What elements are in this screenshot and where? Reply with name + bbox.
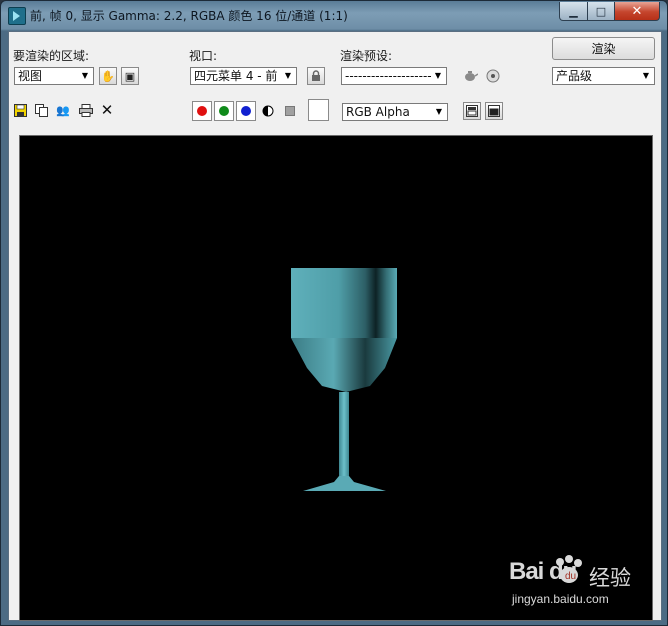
blue-channel-toggle[interactable] <box>236 101 256 121</box>
lock-viewport-button[interactable] <box>307 67 325 85</box>
app-3dsmax-icon <box>8 7 26 25</box>
clear-image-button[interactable]: ✕ <box>99 101 115 119</box>
render-button[interactable]: 渲染 <box>552 37 655 60</box>
viewport-label: 视口: <box>189 49 218 63</box>
render-setup-button[interactable] <box>462 68 478 84</box>
viewport-dropdown[interactable]: 四元菜单 4 - 前 ▼ <box>190 67 297 85</box>
environment-disc-icon <box>486 69 500 83</box>
chevron-down-icon: ▼ <box>435 107 443 116</box>
crop-region-icon: ▣ <box>124 69 136 83</box>
goblet-stem-shape <box>339 392 349 486</box>
environment-effects-button[interactable] <box>485 68 501 84</box>
svg-text:du: du <box>565 571 576 582</box>
lock-icon <box>312 70 320 81</box>
title-bar[interactable]: 前, 帧 0, 显示 Gamma: 2.2, RGBA 颜色 16 位/通道 (… <box>1 1 667 29</box>
gray-square-icon <box>285 106 295 116</box>
red-channel-toggle[interactable] <box>192 101 212 121</box>
chevron-down-icon: ▼ <box>81 71 89 80</box>
goblet-base-shape <box>303 476 386 491</box>
clone-frame-button[interactable]: 👥 <box>55 102 71 118</box>
baidu-paw-icon: du <box>556 555 582 583</box>
goblet-cup-shape <box>291 268 397 338</box>
display-channel-dropdown[interactable]: RGB Alpha ▼ <box>342 103 448 121</box>
render-frame-client: 要渲染的区域: 视口: 渲染预设: 渲染 视图 ▼ ✋ ▣ 四元菜单 4 - 前… <box>8 31 662 621</box>
chevron-down-icon: ▼ <box>642 71 650 80</box>
jingyan-url: jingyan.baidu.com <box>512 592 609 606</box>
pixel-color-swatch[interactable] <box>308 99 329 121</box>
jingyan-text: 经验 <box>589 566 631 590</box>
auto-region-button[interactable]: ▣ <box>121 67 139 85</box>
render-preset-label: 渲染预设: <box>340 49 393 63</box>
save-image-button[interactable] <box>12 102 28 118</box>
chevron-down-icon: ▼ <box>284 71 292 80</box>
half-circle-alpha-icon <box>262 105 274 117</box>
teapot-icon <box>465 71 478 81</box>
viewport-value: 四元菜单 4 - 前 <box>194 69 278 83</box>
green-dot-icon <box>219 106 229 116</box>
edit-region-button[interactable]: ✋ <box>99 67 117 85</box>
printer-icon <box>79 103 93 117</box>
rendered-image-viewport[interactable] <box>19 135 653 621</box>
toggle-ui-overlay-button[interactable] <box>463 102 481 120</box>
alpha-channel-toggle[interactable] <box>260 103 276 119</box>
clone-people-icon: 👥 <box>56 103 70 117</box>
maximize-button[interactable]: □ <box>587 2 615 21</box>
blue-dot-icon <box>241 106 251 116</box>
goblet-bowl-shape <box>291 338 397 392</box>
copy-icon <box>34 103 48 117</box>
panel-overlay-icon <box>466 105 478 117</box>
area-to-render-label: 要渲染的区域: <box>13 49 90 63</box>
floppy-save-icon <box>13 103 27 117</box>
render-preset-dropdown[interactable]: -------------------- ▼ <box>341 67 447 85</box>
copy-image-button[interactable] <box>33 102 49 118</box>
area-to-render-value: 视图 <box>18 69 43 83</box>
toggle-ui-button[interactable] <box>485 102 503 120</box>
area-to-render-dropdown[interactable]: 视图 ▼ <box>14 67 94 85</box>
render-quality-value: 产品级 <box>556 69 593 83</box>
clear-x-icon: ✕ <box>100 101 114 119</box>
minimize-button[interactable]: ▁ <box>559 2 588 21</box>
window-title: 前, 帧 0, 显示 Gamma: 2.2, RGBA 颜色 16 位/通道 (… <box>30 9 348 23</box>
window-panel-icon <box>488 105 500 117</box>
red-dot-icon <box>197 106 207 116</box>
close-button[interactable]: ✕ <box>614 2 660 21</box>
rendered-goblet-image <box>291 268 397 491</box>
display-channel-value: RGB Alpha <box>346 105 410 119</box>
render-frame-window: 前, 帧 0, 显示 Gamma: 2.2, RGBA 颜色 16 位/通道 (… <box>0 0 668 626</box>
render-preset-value: -------------------- <box>345 69 432 83</box>
green-channel-toggle[interactable] <box>214 101 234 121</box>
print-image-button[interactable] <box>78 102 94 118</box>
monochrome-toggle[interactable] <box>282 103 298 119</box>
render-quality-dropdown[interactable]: 产品级 ▼ <box>552 67 655 85</box>
baidu-jingyan-watermark: Bai du du 经验 jingyan.baidu.com <box>503 552 653 612</box>
hand-icon: ✋ <box>101 69 115 83</box>
chevron-down-icon: ▼ <box>434 71 442 80</box>
